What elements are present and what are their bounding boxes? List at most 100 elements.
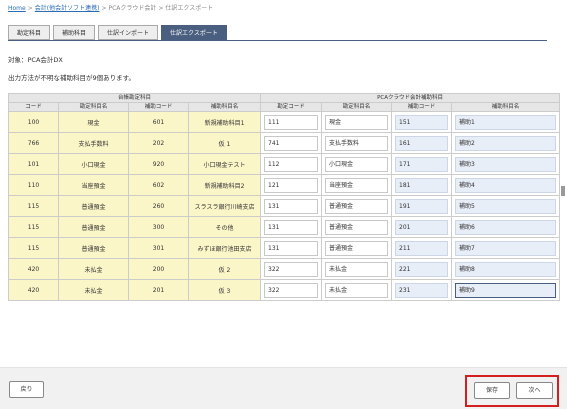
col-pca-account-name-input[interactable]: 当座預金 [325,177,389,193]
col-pca-account-name-cell: 普通預金 [321,237,393,259]
tab-sub-accounts[interactable]: 補助科目 [53,25,96,40]
table-row: 115 普通預金 300 その他 131 普通預金 201 補助6 [8,216,561,238]
col-pca-sub-name-input[interactable]: 補助9 [455,282,557,298]
table-row: 420 未払金 201 仮 3 322 未払金 231 補助9 [8,279,561,301]
col-pca-account-name-cell: 普通預金 [321,216,393,238]
col-pca-sub-name-cell: 補助1 [451,111,561,133]
col-sub-code-cell: 602 [128,174,189,196]
col-pca-account-code-input[interactable]: 131 [264,198,319,214]
col-pca-account-code-input[interactable]: 322 [264,282,319,298]
col-account-name-cell: 現金 [58,111,129,133]
col-pca-account-code-cell: 322 [260,279,323,301]
col-pca-sub-code-input[interactable]: 201 [395,219,449,235]
col-pca-account-name-cell: 未払金 [321,279,393,301]
col-pca-account-code-input[interactable]: 121 [264,177,319,193]
col-pca-account-name-input[interactable]: 未払金 [325,282,389,298]
back-button[interactable]: 戻り [9,381,44,398]
col-pca-account-code-input[interactable]: 741 [264,135,319,151]
col-pca-sub-code-cell: 201 [391,216,453,238]
col-pca-sub-name-input[interactable]: 補助6 [455,219,557,235]
col-pca-sub-code-cell: 221 [391,258,453,280]
col-pca-sub-name-input[interactable]: 補助1 [455,114,557,130]
col-sub-code-cell: 201 [128,279,189,301]
col-pca-sub-code-cell: 171 [391,153,453,175]
breadcrumb-home[interactable]: Home [8,5,26,12]
col-code-cell: 420 [8,279,59,301]
col-sub-code-cell: 301 [128,237,189,259]
tab-journal-export[interactable]: 仕訳エクスポート [161,25,227,40]
col-pca-account-name-input[interactable]: 未払金 [325,261,389,277]
col-code-cell: 100 [8,111,59,133]
breadcrumb-separator: > [158,5,164,12]
col-pca-sub-code-input[interactable]: 191 [395,198,449,214]
col-pca-sub-name-cell: 補助4 [451,174,561,196]
col-sub-name-cell: 新規補助科目1 [187,111,262,133]
col-pca-sub-name-cell: 補助7 [451,237,561,259]
col-sub-name-cell: 小口現金テスト [187,153,262,175]
col-pca-sub-name-input[interactable]: 補助3 [455,156,557,172]
col-pca-account-name-input[interactable]: 普通預金 [325,219,389,235]
col-sub-code-cell: 260 [128,195,189,217]
col-code-header: コード [8,102,59,112]
col-pca-account-name-input[interactable]: 支払手数料 [325,135,389,151]
scrollbar[interactable] [561,186,565,196]
col-account-name-cell: 小口現金 [58,153,129,175]
tab-journal-import[interactable]: 仕訳インポート [98,25,159,40]
col-pca-account-code-input[interactable]: 322 [264,261,319,277]
col-pca-sub-code-input[interactable]: 161 [395,135,449,151]
col-pca-sub-name-input[interactable]: 補助7 [455,240,557,256]
col-pca-account-name-cell: 普通預金 [321,195,393,217]
col-pca-sub-code-input[interactable]: 171 [395,156,449,172]
table-row: 420 未払金 200 仮 2 322 未払金 221 補助8 [8,258,561,280]
col-pca-account-name-cell: 小口現金 [321,153,393,175]
target-label: 対象：PCA会計DX [8,56,63,64]
col-sub-code-cell: 601 [128,111,189,133]
col-pca-sub-code-input[interactable]: 231 [395,282,449,298]
col-pca-account-name-input[interactable]: 普通預金 [325,240,389,256]
tab-bar: 勘定科目 補助科目 仕訳インポート 仕訳エクスポート [8,25,227,40]
col-sub-name-cell: スラスラ銀行川崎支店 [187,195,262,217]
col-pca-account-name-input[interactable]: 現金 [325,114,389,130]
col-sub-name-cell: 仮 3 [187,279,262,301]
col-sub-code-cell: 200 [128,258,189,280]
table-row: 100 現金 601 新規補助科目1 111 現金 151 補助1 [8,111,561,133]
col-account-name-cell: 支払手数料 [58,132,129,154]
col-pca-sub-code-cell: 161 [391,132,453,154]
col-pca-sub-code-cell: 231 [391,279,453,301]
col-pca-sub-name-input[interactable]: 補助2 [455,135,557,151]
col-pca-account-code-input[interactable]: 131 [264,219,319,235]
col-pca-account-name-header: 勘定科目名 [321,102,393,112]
col-pca-account-code-input[interactable]: 112 [264,156,319,172]
col-account-name-header: 勘定科目名 [58,102,129,112]
col-pca-account-code-input[interactable]: 111 [264,114,319,130]
col-pca-account-name-cell: 未払金 [321,258,393,280]
col-pca-sub-name-input[interactable]: 補助8 [455,261,557,277]
col-pca-account-code-input[interactable]: 131 [264,240,319,256]
next-button[interactable]: 次へ [516,382,553,399]
table-row: 766 支払手数料 202 仮 1 741 支払手数料 161 補助2 [8,132,561,154]
breadcrumb-separator: > [27,5,33,12]
col-pca-account-name-cell: 支払手数料 [321,132,393,154]
col-pca-sub-name-cell: 補助2 [451,132,561,154]
col-pca-account-name-input[interactable]: 普通預金 [325,198,389,214]
col-account-name-cell: 普通預金 [58,237,129,259]
col-sub-name-cell: 仮 1 [187,132,262,154]
col-pca-account-code-cell: 131 [260,237,323,259]
col-code-cell: 115 [8,237,59,259]
col-pca-sub-code-input[interactable]: 221 [395,261,449,277]
col-sub-name-cell: みずほ銀行池田支店 [187,237,262,259]
col-pca-account-code-cell: 131 [260,195,323,217]
col-pca-sub-name-input[interactable]: 補助4 [455,177,557,193]
col-account-name-cell: 普通預金 [58,195,129,217]
col-account-name-cell: 未払金 [58,258,129,280]
tab-accounts[interactable]: 勘定科目 [8,25,51,40]
col-pca-sub-name-cell: 補助3 [451,153,561,175]
col-pca-sub-name-input[interactable]: 補助5 [455,198,557,214]
col-pca-sub-code-input[interactable]: 211 [395,240,449,256]
breadcrumb-accounting[interactable]: 会計(他会計ソフト連携) [35,5,100,12]
col-pca-account-name-input[interactable]: 小口現金 [325,156,389,172]
col-pca-sub-code-input[interactable]: 181 [395,177,449,193]
col-pca-sub-code-input[interactable]: 151 [395,114,449,130]
col-sub-code-cell: 920 [128,153,189,175]
save-button[interactable]: 保存 [474,382,510,399]
